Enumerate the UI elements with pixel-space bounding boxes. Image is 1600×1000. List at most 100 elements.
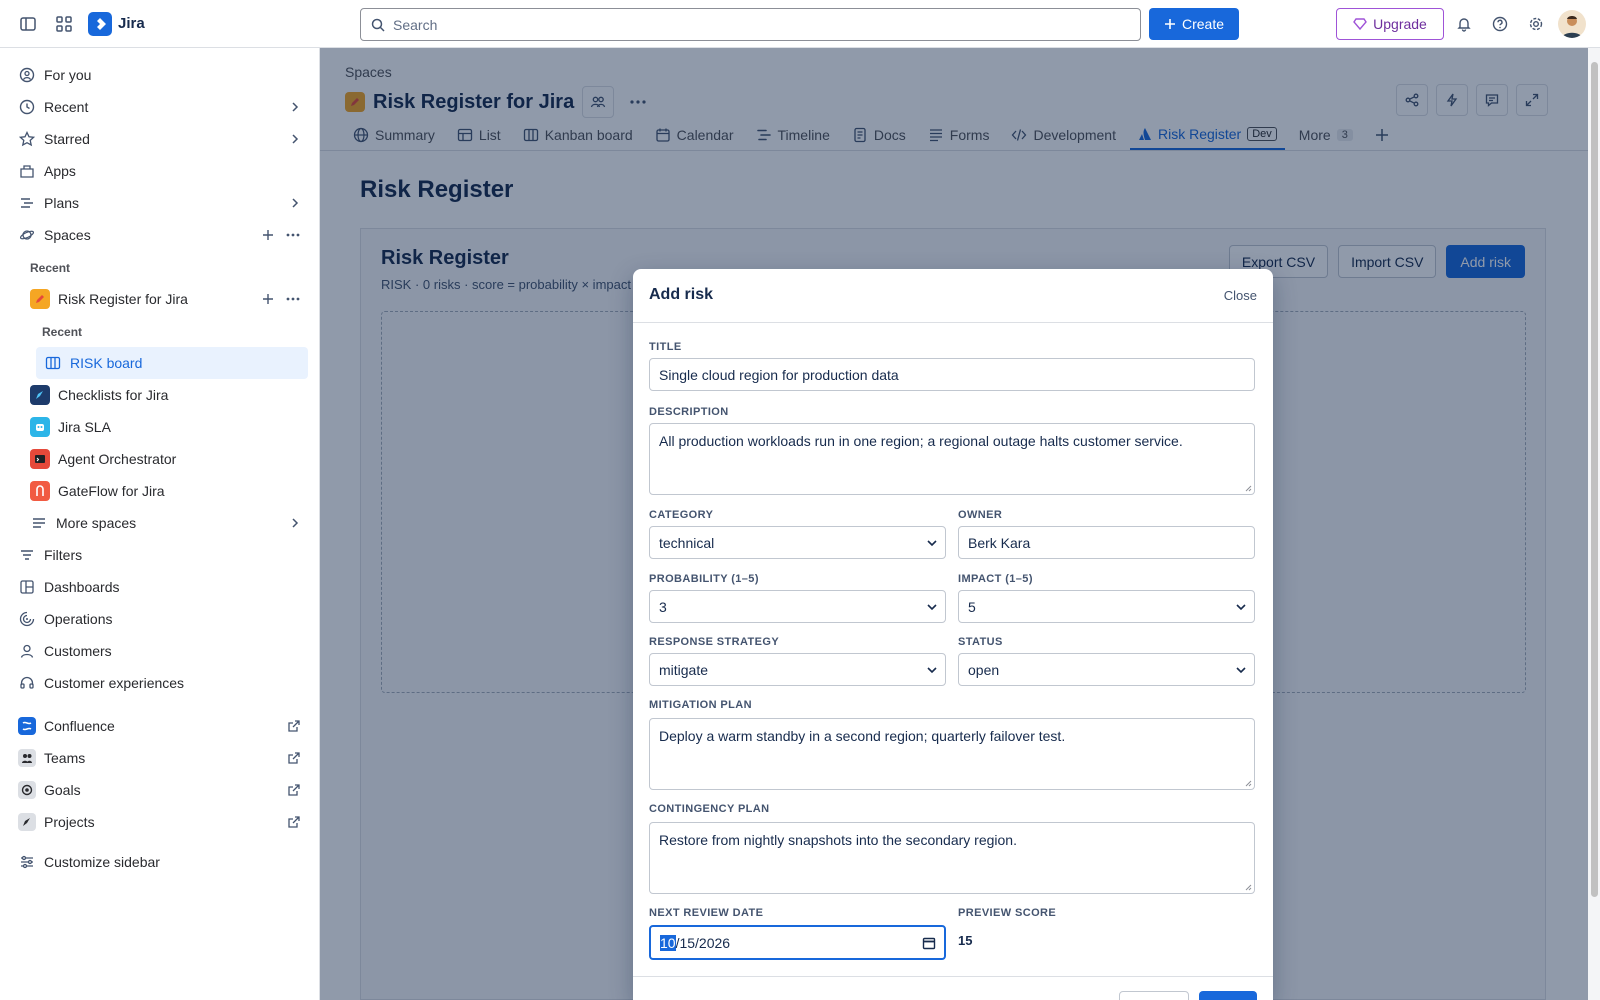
tab-risk-register[interactable]: Risk Register Dev (1129, 120, 1285, 150)
help-icon[interactable] (1484, 8, 1516, 40)
add-tab-button[interactable] (1367, 120, 1397, 150)
sidebar-item-spaces[interactable]: Spaces (8, 219, 308, 251)
app-switcher-icon[interactable] (48, 8, 80, 40)
category-select[interactable]: technical (649, 526, 946, 559)
date-month-segment[interactable]: 10 (660, 934, 676, 951)
sidebar-item-dashboards[interactable]: Dashboards (8, 571, 308, 603)
feedback-icon[interactable] (1476, 84, 1508, 116)
user-circle-icon (18, 66, 36, 84)
app-subtitle: RISK · 0 risks · score = probability × i… (381, 277, 631, 292)
chevron-down-icon (927, 538, 937, 548)
chevron-right-icon[interactable] (290, 134, 300, 144)
sidebar-item-customers[interactable]: Customers (8, 635, 308, 667)
impact-select[interactable]: 5 (958, 590, 1255, 623)
cancel-button[interactable] (1119, 991, 1189, 1000)
title-field[interactable]: Single cloud region for production data (649, 358, 1255, 391)
resize-grip-icon[interactable] (1244, 779, 1252, 787)
sidebar-item-checklists[interactable]: Checklists for Jira (8, 379, 308, 411)
sliders-icon (18, 853, 36, 871)
sidebar-item-agent-orchestrator[interactable]: Agent Orchestrator (8, 443, 308, 475)
sidebar-item-customer-experiences[interactable]: Customer experiences (8, 667, 308, 699)
gear-icon[interactable] (1520, 8, 1552, 40)
sidebar-item-more-spaces[interactable]: More spaces (8, 507, 308, 539)
jira-logo[interactable]: Jira (88, 11, 145, 36)
globe-icon (353, 127, 369, 143)
sidebar-item-goals[interactable]: Goals (8, 774, 308, 806)
owner-field[interactable]: Berk Kara (958, 526, 1255, 559)
sidebar-item-customize[interactable]: Customize sidebar (8, 846, 308, 878)
sidebar-toggle-icon[interactable] (12, 8, 44, 40)
more-icon[interactable] (622, 86, 654, 118)
date-rest: /15/2026 (675, 934, 731, 951)
tab-timeline[interactable]: Timeline (748, 120, 838, 150)
terminal-icon (30, 449, 50, 469)
description-field[interactable]: All production workloads run in one regi… (649, 423, 1255, 495)
probability-select[interactable]: 3 (649, 590, 946, 623)
resize-grip-icon[interactable] (1244, 484, 1252, 492)
sidebar-item-plans[interactable]: Plans (8, 187, 308, 219)
sidebar-item-teams[interactable]: Teams (8, 742, 308, 774)
sidebar-item-jira-sla[interactable]: Jira SLA (8, 411, 308, 443)
header-actions (1396, 84, 1548, 116)
chevron-right-icon[interactable] (290, 518, 300, 528)
mitigation-plan-field[interactable]: Deploy a warm standby in a second region… (649, 718, 1255, 790)
tab-kanban-board[interactable]: Kanban board (515, 120, 641, 150)
import-csv-button[interactable]: Import CSV (1338, 245, 1437, 278)
create-button[interactable]: Create (1149, 8, 1239, 40)
tab-docs[interactable]: Docs (844, 120, 914, 150)
save-button[interactable] (1199, 991, 1257, 1000)
tab-forms[interactable]: Forms (920, 120, 998, 150)
board-icon (44, 354, 62, 372)
scrollbar-thumb[interactable] (1591, 62, 1598, 897)
sidebar-item-filters[interactable]: Filters (8, 539, 308, 571)
share-icon[interactable] (1396, 84, 1428, 116)
external-link-icon[interactable] (288, 752, 300, 764)
response-strategy-label: RESPONSE STRATEGY (649, 636, 780, 648)
chevron-right-icon[interactable] (290, 198, 300, 208)
tab-development[interactable]: Development (1003, 120, 1124, 150)
tab-list[interactable]: List (449, 120, 509, 150)
sidebar-item-confluence[interactable]: Confluence (8, 710, 308, 742)
lightning-icon[interactable] (1436, 84, 1468, 116)
more-icon[interactable] (286, 233, 300, 237)
search-input[interactable]: Search (360, 8, 1141, 41)
sidebar-item-for-you[interactable]: For you (8, 59, 308, 91)
external-link-icon[interactable] (288, 784, 300, 796)
plus-icon[interactable] (262, 293, 274, 305)
date-value: 10/15/2026 (660, 934, 731, 951)
tab-summary[interactable]: Summary (345, 120, 443, 150)
response-strategy-select[interactable]: mitigate (649, 653, 946, 686)
plus-icon[interactable] (262, 229, 274, 241)
calendar-icon[interactable] (922, 936, 936, 950)
more-icon[interactable] (286, 297, 300, 301)
status-select[interactable]: open (958, 653, 1255, 686)
chevron-right-icon[interactable] (290, 102, 300, 112)
search-placeholder: Search (393, 16, 438, 33)
external-link-icon[interactable] (288, 816, 300, 828)
sidebar-item-operations[interactable]: Operations (8, 603, 308, 635)
sidebar-item-starred[interactable]: Starred (8, 123, 308, 155)
add-risk-button[interactable]: Add risk (1446, 245, 1525, 278)
close-button[interactable]: Close (1224, 288, 1257, 303)
resize-grip-icon[interactable] (1244, 883, 1252, 891)
tab-more[interactable]: More 3 (1291, 120, 1361, 150)
breadcrumb[interactable]: Spaces (345, 64, 392, 80)
people-icon[interactable] (582, 86, 615, 118)
sidebar-item-projects[interactable]: Projects (8, 806, 308, 838)
sidebar-item-risk-register[interactable]: Risk Register for Jira (8, 283, 308, 315)
sidebar-item-gateflow[interactable]: GateFlow for Jira (8, 475, 308, 507)
external-link-icon[interactable] (288, 720, 300, 732)
filter-icon (18, 546, 36, 564)
bell-icon[interactable] (1448, 8, 1480, 40)
contingency-plan-field[interactable]: Restore from nightly snapshots into the … (649, 822, 1255, 894)
sidebar-item-apps[interactable]: Apps (8, 155, 308, 187)
form-icon (928, 127, 944, 143)
page-heading: Risk Register (360, 176, 514, 203)
avatar[interactable] (1556, 8, 1588, 40)
next-review-date-field[interactable]: 10/15/2026 (649, 925, 946, 960)
expand-icon[interactable] (1516, 84, 1548, 116)
sidebar-item-recent[interactable]: Recent (8, 91, 308, 123)
tab-calendar[interactable]: Calendar (647, 120, 742, 150)
upgrade-button[interactable]: Upgrade (1336, 8, 1444, 40)
sidebar-item-risk-board[interactable]: RISK board (36, 347, 308, 379)
